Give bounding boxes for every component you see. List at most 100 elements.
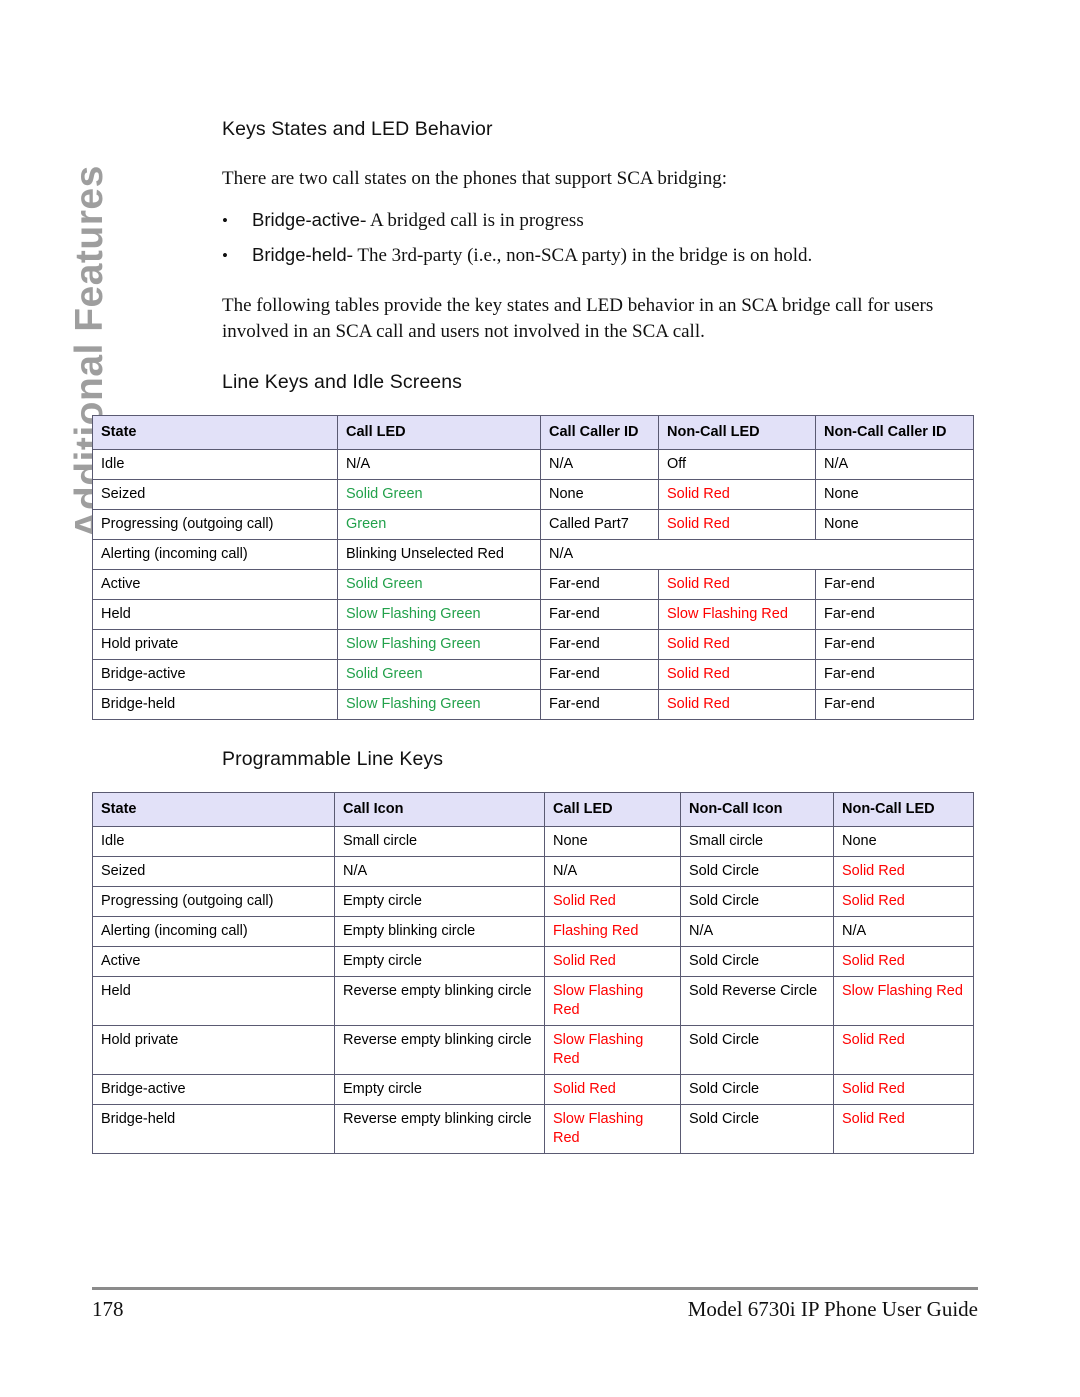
section-heading-keys-states: Keys States and LED Behavior (222, 118, 493, 140)
column-header-state: State (92, 792, 335, 827)
table-row: Bridge-held Reverse empty blinking circle… (92, 1104, 974, 1154)
bullet-item-bridge-active: • Bridge-active- A bridged call is in pr… (222, 208, 1022, 234)
column-header-state: State (92, 415, 338, 450)
cell-state: Bridge-active (92, 659, 338, 690)
table-row: Active Solid Green Far-end Solid Red Far-end (92, 569, 974, 600)
cell-value: N/A (815, 449, 974, 480)
cell-value: Sold Circle (680, 1074, 834, 1105)
cell-value: Far-end (815, 689, 974, 720)
cell-value: Sold Circle (680, 856, 834, 887)
cell-value: N/A (337, 449, 541, 480)
cell-state: Bridge-held (92, 689, 338, 720)
cell-value: None (833, 826, 974, 857)
cell-value: Solid Red (658, 509, 816, 540)
cell-value: Empty circle (334, 946, 545, 977)
cell-value: Small circle (334, 826, 545, 857)
cell-value: Solid Green (337, 659, 541, 690)
section-heading-line-keys: Line Keys and Idle Screens (222, 371, 462, 393)
table-row: Hold private Reverse empty blinking circl… (92, 1025, 974, 1075)
cell-state: Alerting (incoming call) (92, 539, 338, 570)
cell-value: Solid Red (658, 569, 816, 600)
cell-value: Empty circle (334, 1074, 545, 1105)
column-header-call-icon: Call Icon (334, 792, 545, 827)
cell-state: Progressing (outgoing call) (92, 509, 338, 540)
cell-state: Hold private (92, 1025, 335, 1075)
cell-value: N/A (680, 916, 834, 947)
table-row: Held Slow Flashing Green Far-end Slow Flash… (92, 599, 974, 630)
cell-value: Sold Circle (680, 886, 834, 917)
cell-value: Reverse empty blinking circle (334, 976, 545, 1026)
cell-value: N/A (334, 856, 545, 887)
cell-value: Called Part7 (540, 509, 659, 540)
cell-value: Slow Flashing Red (544, 1025, 681, 1075)
body-paragraph: The following tables provide the key sta… (222, 295, 934, 342)
cell-value: Solid Red (544, 1074, 681, 1105)
cell-value: None (815, 479, 974, 510)
cell-state: Alerting (incoming call) (92, 916, 335, 947)
cell-value: Far-end (540, 689, 659, 720)
table-body: Idle N/A N/A Off N/A Seized Solid Green None Sol… (92, 449, 974, 720)
cell-value: Off (658, 449, 816, 480)
cell-value: Solid Red (658, 479, 816, 510)
table-programmable-line-keys: State Call Icon Call LED Non-Call Icon N… (92, 792, 974, 1154)
cell-state: Active (92, 946, 335, 977)
cell-value: Empty circle (334, 886, 545, 917)
cell-value: None (815, 509, 974, 540)
section-heading-programmable-line-keys: Programmable Line Keys (222, 748, 444, 770)
table-row: Bridge-active Solid Green Far-end Solid Red… (92, 659, 974, 690)
cell-value: Solid Red (833, 886, 974, 917)
table-row: Bridge-held Slow Flashing Green Far-end Sol… (92, 689, 974, 720)
intro-paragraph: There are two call states on the phones … (222, 168, 727, 189)
bullet-term: Bridge-active (252, 209, 360, 230)
column-header-non-call-caller-id: Non-Call Caller ID (815, 415, 974, 450)
cell-state: Hold private (92, 629, 338, 660)
table-row: Idle N/A N/A Off N/A (92, 449, 974, 480)
cell-value: Solid Red (658, 629, 816, 660)
cell-value: Small circle (680, 826, 834, 857)
cell-value: Blinking Unselected Red (337, 539, 541, 570)
table-row: Alerting (incoming call) Blinking Unselec… (92, 539, 974, 570)
cell-value: Sold Circle (680, 1104, 834, 1154)
table-header-row: State Call LED Call Caller ID Non-Call L… (92, 415, 974, 450)
cell-value: Reverse empty blinking circle (334, 1104, 545, 1154)
cell-value: Far-end (540, 659, 659, 690)
column-header-call-led: Call LED (544, 792, 681, 827)
column-header-non-call-led: Non-Call LED (658, 415, 816, 450)
column-header-call-caller-id: Call Caller ID (540, 415, 659, 450)
cell-value: Slow Flashing Red (544, 1104, 681, 1154)
bullet-marker-icon: • (222, 246, 228, 265)
cell-value: None (544, 826, 681, 857)
page-content: Keys States and LED Behavior There are t… (92, 0, 1022, 1154)
cell-state: Held (92, 976, 335, 1026)
table-row: Active Empty circle Solid Red Sold Circle So… (92, 946, 974, 977)
cell-value: Solid Red (833, 856, 974, 887)
table-line-keys-and-idle-screens: State Call LED Call Caller ID Non-Call L… (92, 415, 974, 720)
bullet-description: - The 3rd-party (i.e., non-SCA party) in… (346, 245, 813, 266)
cell-value: Solid Red (833, 1074, 974, 1105)
column-header-non-call-icon: Non-Call Icon (680, 792, 834, 827)
cell-state: Active (92, 569, 338, 600)
cell-state: Held (92, 599, 338, 630)
cell-value: Sold Circle (680, 946, 834, 977)
cell-value: Slow Flashing Red (658, 599, 816, 630)
cell-value: Slow Flashing Red (833, 976, 974, 1026)
table-row: Progressing (outgoing call) Green Called P… (92, 509, 974, 540)
cell-value: Slow Flashing Red (544, 976, 681, 1026)
cell-value: Far-end (815, 659, 974, 690)
table-row: Idle Small circle None Small circle None (92, 826, 974, 857)
cell-value: Slow Flashing Green (337, 599, 541, 630)
table-row: Hold private Slow Flashing Green Far-end So… (92, 629, 974, 660)
footer-page-number: 178 (92, 1297, 124, 1321)
column-header-non-call-led: Non-Call LED (833, 792, 974, 827)
bullet-description: - A bridged call is in progress (359, 210, 584, 231)
cell-value: N/A (544, 856, 681, 887)
footer-guide-title: Model 6730i IP Phone User Guide (687, 1297, 978, 1321)
cell-state: Idle (92, 449, 338, 480)
cell-value: Sold Circle (680, 1025, 834, 1075)
bullet-term: Bridge-held (252, 244, 347, 265)
cell-value: Slow Flashing Green (337, 689, 541, 720)
cell-value: Green (337, 509, 541, 540)
table-programmable-keys-wrapper: State Call Icon Call LED Non-Call Icon N… (92, 792, 1022, 1154)
cell-value: Far-end (540, 629, 659, 660)
cell-value: Solid Red (833, 946, 974, 977)
